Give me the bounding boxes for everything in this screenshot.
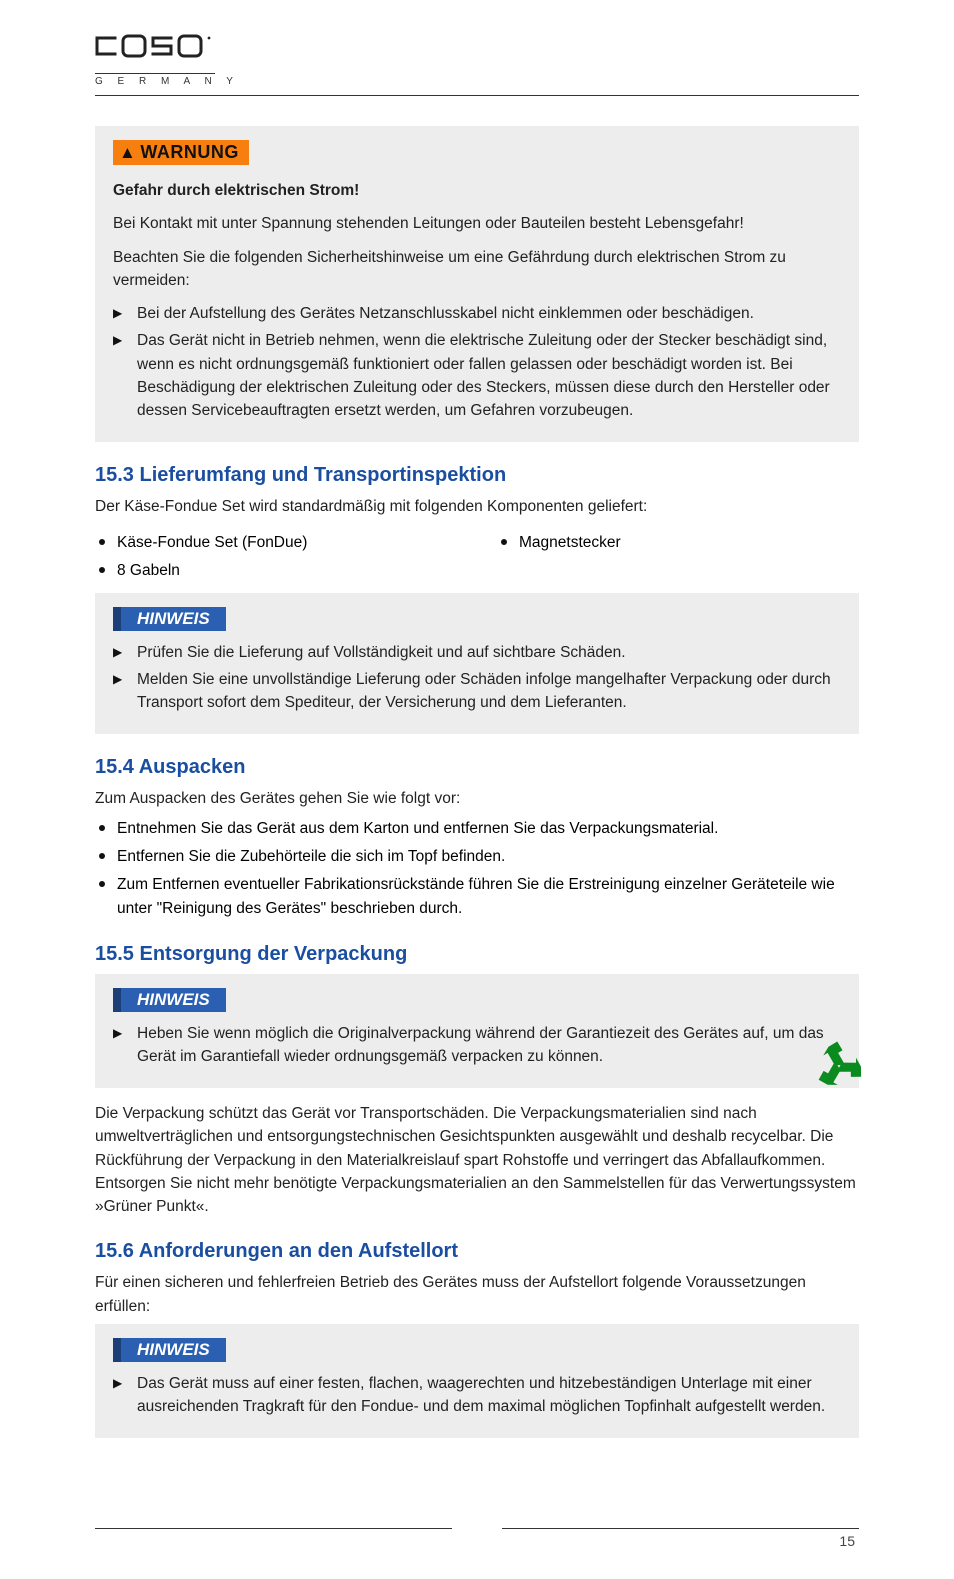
page-number: 15 [95,1533,859,1549]
section-anforderungen-title: 15.6 Anforderungen an den Aufstellort [95,1240,859,1263]
section-auspacken-title: 15.4 Auspacken [95,756,859,779]
warning-triangle-icon: ▲ [119,144,136,161]
hinweis-list: Prüfen Sie die Lieferung auf Vollständig… [113,641,841,715]
warning-heading: Gefahr durch elektrischen Strom! [113,179,841,202]
caso-logotype [95,30,225,66]
warning-list: Bei der Aufstellung des Gerätes Netzansc… [113,302,841,422]
hinweis-list-item: Prüfen Sie die Lieferung auf Vollständig… [113,641,841,664]
logo-subline: G E R M A N Y [95,76,859,87]
footer-rule [95,1528,859,1529]
logo-divider [95,73,215,74]
entsorgung-p1: Die Verpackung schützt das Gerät vor Tra… [95,1102,859,1218]
auspacken-list: Entnehmen Sie das Gerät aus dem Karton u… [95,817,859,921]
section-auspacken-intro: Zum Auspacken des Gerätes gehen Sie wie … [95,787,859,810]
badge-hinweis: HINWEIS [113,607,226,631]
list-item: Magnetstecker [497,531,859,555]
list-item: Käse-Fondue Set (FonDue) [95,531,457,555]
badge-warnung: ▲ WARNUNG [113,140,249,165]
hinweis-box-entsorgung: HINWEIS Heben Sie wenn möglich die Origi… [95,974,859,1089]
section-lieferumfang-title: 15.3 Lieferumfang und Transportinspektio… [95,464,859,487]
header-rule [95,95,859,96]
brand-logo: G E R M A N Y [95,30,859,87]
list-item: Entfernen Sie die Zubehörteile die sich … [95,845,859,869]
warning-box: ▲ WARNUNG Gefahr durch elektrischen Stro… [95,126,859,442]
recycle-icon [811,1038,867,1094]
hinweis-list: Heben Sie wenn möglich die Originalverpa… [113,1022,841,1069]
section-entsorgung-title: 15.5 Entsorgung der Verpackung [95,943,859,966]
badge-hinweis: HINWEIS [113,988,226,1012]
list-item: 8 Gabeln [95,559,457,583]
hinweis-list-item: Heben Sie wenn möglich die Originalverpa… [113,1022,841,1069]
list-item: Zum Entfernen eventueller Fabrikationsrü… [95,873,859,921]
lieferumfang-columns: Käse-Fondue Set (FonDue) 8 Gabeln Magnet… [95,525,859,593]
section-anforderungen-intro: Für einen sicheren und fehlerfreien Betr… [95,1271,859,1318]
warning-list-item: Bei der Aufstellung des Gerätes Netzansc… [113,302,841,325]
warning-list-item: Das Gerät nicht in Betrieb nehmen, wenn … [113,329,841,422]
warning-p1: Bei Kontakt mit unter Spannung stehenden… [113,212,841,235]
lieferumfang-left: Käse-Fondue Set (FonDue) 8 Gabeln [95,531,457,587]
lieferumfang-right: Magnetstecker [497,531,859,587]
hinweis-box-anforderungen: HINWEIS Das Gerät muss auf einer festen,… [95,1324,859,1439]
hinweis-list: Das Gerät muss auf einer festen, flachen… [113,1372,841,1419]
warning-p2: Beachten Sie die folgenden Sicherheitshi… [113,246,841,293]
hinweis-box-lieferumfang: HINWEIS Prüfen Sie die Lieferung auf Vol… [95,593,859,735]
list-item: Entnehmen Sie das Gerät aus dem Karton u… [95,817,859,841]
hinweis-list-item: Melden Sie eine unvollständige Lieferung… [113,668,841,715]
hinweis-list-item: Das Gerät muss auf einer festen, flachen… [113,1372,841,1419]
section-lieferumfang-intro: Der Käse-Fondue Set wird standardmäßig m… [95,495,859,518]
badge-warnung-label: WARNUNG [140,142,239,163]
